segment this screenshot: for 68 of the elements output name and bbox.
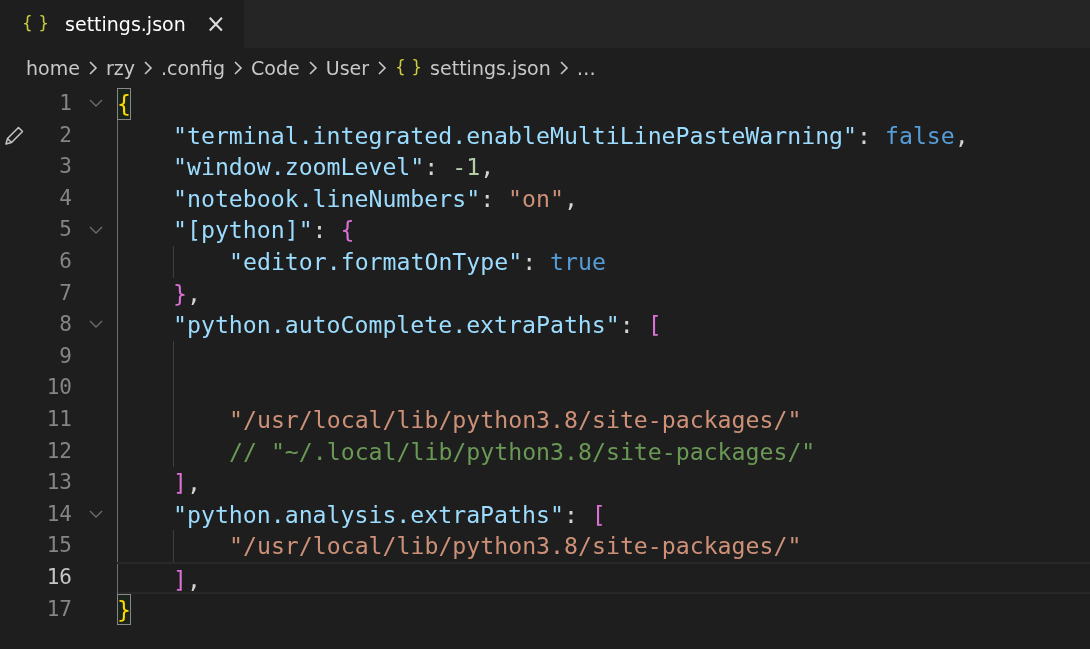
breadcrumb-item[interactable]: .config: [160, 53, 226, 83]
string-value: "/usr/local/lib/python3.8/site-packages/": [229, 404, 802, 435]
punctuation: :: [312, 215, 328, 246]
line-number: 5: [58, 216, 72, 244]
bracket: }: [173, 278, 187, 309]
punctuation: :: [563, 499, 579, 530]
punctuation: ,: [186, 278, 201, 309]
line-number: 11: [45, 405, 72, 433]
line-number: 3: [58, 153, 72, 181]
line-number: 1: [58, 90, 72, 117]
close-button[interactable]: ×: [201, 12, 230, 36]
bracket: {: [340, 215, 355, 246]
json-key: "window.zoomLevel": [173, 151, 425, 183]
breadcrumb-item[interactable]: Code: [251, 53, 300, 83]
json-key: "python.analysis.extraPaths": [173, 498, 564, 531]
number-value: -1: [452, 152, 481, 183]
editor-tab[interactable]: { } settings.json ×: [0, 0, 244, 48]
json-key: "terminal.integrated.enableMultiLinePasteWarning": [173, 119, 858, 152]
bracket: {: [117, 88, 131, 120]
breadcrumb-item[interactable]: home: [26, 53, 80, 83]
punctuation: ,: [186, 564, 201, 592]
line-number: 2: [58, 121, 72, 149]
string-value: "on": [508, 183, 564, 214]
json-file-icon: { }: [22, 11, 50, 37]
fold-chevron-icon[interactable]: [89, 99, 103, 109]
punctuation: :: [857, 120, 872, 151]
fold-chevron-icon[interactable]: [89, 510, 103, 519]
bracket: [: [591, 499, 606, 530]
line-number: 6: [58, 247, 72, 275]
line-number: 12: [45, 437, 72, 465]
boolean-value: true: [550, 246, 606, 277]
boolean-value: false: [884, 120, 955, 151]
punctuation: :: [480, 183, 496, 214]
breadcrumb-item[interactable]: …: [576, 53, 596, 83]
code-comment: // "~/.local/lib/python3.8/site-packages/": [229, 436, 816, 467]
punctuation: ,: [480, 152, 495, 183]
line-number: 4: [58, 184, 72, 212]
json-file-icon: { }: [395, 55, 423, 81]
fold-chevron-icon[interactable]: [89, 320, 103, 330]
punctuation: :: [424, 152, 440, 183]
line-number: 9: [58, 342, 72, 370]
punctuation: ,: [563, 183, 578, 214]
punctuation: :: [619, 310, 635, 341]
json-key: "[python]": [173, 214, 313, 246]
fold-chevron-icon[interactable]: [89, 225, 103, 235]
line-number: 7: [58, 279, 72, 307]
bracket: }: [117, 593, 131, 626]
breadcrumb-item[interactable]: settings.json: [430, 53, 551, 83]
punctuation: ,: [954, 120, 969, 151]
line-number: 17: [45, 595, 72, 623]
line-number: 15: [45, 532, 72, 560]
line-number: 13: [45, 469, 72, 497]
bracket: ]: [173, 564, 187, 592]
line-number: 14: [45, 500, 72, 528]
line-number: 10: [45, 374, 72, 402]
line-number: 16: [45, 563, 72, 591]
punctuation: ,: [186, 468, 201, 499]
line-number: 8: [58, 311, 72, 339]
tab-label: settings.json: [65, 11, 186, 37]
json-key: "python.autoComplete.extraPaths": [173, 309, 620, 341]
string-value: "/usr/local/lib/python3.8/site-packages/": [229, 531, 802, 562]
bracket: ]: [173, 468, 187, 499]
punctuation: :: [522, 246, 538, 277]
breadcrumb-item[interactable]: User: [325, 53, 370, 83]
json-key: "notebook.lineNumbers": [173, 182, 481, 215]
bracket: [: [647, 310, 662, 341]
json-key: "editor.formatOnType": [229, 245, 523, 278]
breadcrumb-item[interactable]: rzy: [105, 53, 135, 83]
